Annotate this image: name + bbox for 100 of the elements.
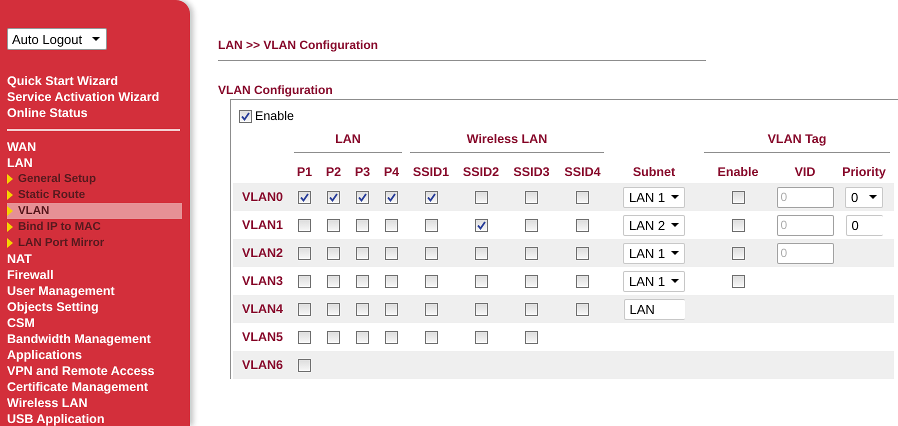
checkbox[interactable] — [525, 218, 538, 232]
checkbox[interactable] — [576, 246, 589, 260]
caret-icon — [92, 37, 100, 41]
column-header: Enable — [716, 164, 760, 181]
checkbox[interactable] — [576, 274, 589, 288]
checkbox[interactable] — [474, 330, 488, 344]
checkbox[interactable] — [732, 190, 744, 204]
checkbox[interactable] — [576, 218, 589, 232]
submenu-item[interactable]: Bind IP to MAC — [7, 219, 182, 235]
checkbox[interactable] — [525, 274, 538, 288]
priority-select[interactable]: 0 — [845, 186, 883, 208]
checkbox[interactable] — [525, 246, 538, 260]
checkbox[interactable] — [356, 274, 369, 288]
menu-item[interactable]: NAT — [7, 251, 190, 267]
menu-item[interactable]: Objects Setting — [7, 299, 190, 315]
checkbox[interactable] — [576, 302, 589, 316]
checkbox[interactable] — [385, 190, 398, 204]
checkbox[interactable] — [356, 190, 369, 204]
column-header: Subnet — [632, 164, 676, 181]
checkbox[interactable] — [732, 274, 744, 288]
row-label: VLAN1 — [241, 218, 284, 232]
menu-item[interactable]: VPN and Remote Access — [7, 363, 190, 379]
checkbox[interactable] — [327, 218, 340, 232]
checkbox[interactable] — [356, 302, 369, 316]
caret-icon — [671, 195, 679, 199]
checkbox[interactable] — [327, 246, 340, 260]
subnet-select[interactable]: LAN 1 — [623, 270, 685, 292]
menu-item[interactable]: Firewall — [7, 267, 190, 283]
menu-item[interactable]: CSM — [7, 315, 190, 331]
menu-item[interactable]: Certificate Management — [7, 379, 190, 395]
checkbox[interactable] — [298, 302, 311, 316]
checkbox[interactable] — [385, 218, 398, 232]
checkbox[interactable] — [298, 358, 311, 372]
checkbox[interactable] — [298, 218, 311, 232]
menu-item[interactable]: Service Activation Wizard — [7, 89, 190, 105]
checkbox[interactable] — [298, 330, 311, 344]
checkbox[interactable] — [474, 246, 488, 260]
checkbox[interactable] — [298, 274, 311, 288]
column-header: SSID3 — [512, 164, 551, 181]
checkbox[interactable] — [525, 330, 538, 344]
checkbox[interactable] — [474, 274, 488, 288]
checkbox[interactable] — [327, 330, 340, 344]
menu-item[interactable]: User Management — [7, 283, 190, 299]
checkbox[interactable] — [298, 246, 311, 260]
menu-item[interactable]: Wireless LAN — [7, 395, 190, 411]
checkbox[interactable] — [474, 302, 488, 316]
column-header: Priority — [841, 164, 887, 181]
checkbox[interactable] — [239, 110, 252, 122]
row-label: VLAN5 — [241, 330, 284, 344]
checkbox[interactable] — [356, 246, 369, 260]
priority-select[interactable]: 0 — [846, 214, 882, 236]
row-label: VLAN2 — [241, 246, 284, 260]
column-header: P1 — [296, 164, 314, 181]
checkbox[interactable] — [356, 330, 369, 344]
subnet-select[interactable]: LAN — [624, 298, 684, 320]
checkbox[interactable] — [424, 190, 438, 204]
checkbox[interactable] — [385, 246, 398, 260]
checkbox[interactable] — [732, 246, 744, 260]
checkbox[interactable] — [732, 218, 744, 232]
submenu-item[interactable]: LAN Port Mirror — [7, 235, 182, 251]
checkbox[interactable] — [424, 246, 438, 260]
submenu-item[interactable]: VLAN — [7, 203, 182, 219]
checkbox[interactable] — [385, 302, 398, 316]
submenu-item[interactable]: General Setup — [7, 171, 182, 187]
logout-select[interactable]: Auto Logout — [7, 28, 108, 50]
menu-item[interactable]: Bandwidth Management — [7, 331, 190, 347]
subnet-select[interactable]: LAN 1 — [623, 242, 685, 264]
row-label: VLAN4 — [241, 302, 284, 316]
menu-item[interactable]: USB Application — [7, 411, 190, 426]
menu-item[interactable]: Online Status — [7, 105, 190, 121]
submenu-item[interactable]: Static Route — [7, 187, 182, 203]
checkbox[interactable] — [474, 190, 488, 204]
checkbox[interactable] — [298, 190, 311, 204]
checkbox[interactable] — [327, 190, 340, 204]
caret-icon — [869, 195, 877, 199]
checkbox[interactable] — [327, 274, 340, 288]
subnet-select[interactable]: LAN 2 — [623, 214, 685, 236]
checkbox[interactable] — [424, 302, 438, 316]
section-title: VLAN Configuration — [218, 83, 334, 97]
row-label: VLAN6 — [241, 358, 284, 372]
checkbox[interactable] — [525, 302, 538, 316]
column-header: SSID4 — [563, 164, 602, 181]
checkbox[interactable] — [385, 330, 398, 344]
checkbox[interactable] — [327, 302, 340, 316]
checkbox[interactable] — [424, 218, 438, 232]
menu-item[interactable]: Applications — [7, 347, 190, 363]
checkbox[interactable] — [356, 218, 369, 232]
page-title: LAN >> VLAN Configuration — [218, 38, 379, 52]
row-label: VLAN0 — [241, 190, 284, 204]
column-group-header: VLAN Tag — [766, 131, 828, 146]
subnet-select[interactable]: LAN 1 — [623, 186, 685, 208]
checkbox[interactable] — [424, 330, 438, 344]
checkbox[interactable] — [576, 190, 589, 204]
checkbox[interactable] — [385, 274, 398, 288]
menu-item[interactable]: LAN — [7, 155, 190, 171]
menu-item[interactable]: Quick Start Wizard — [7, 73, 190, 89]
checkbox[interactable] — [474, 218, 488, 232]
checkbox[interactable] — [424, 274, 438, 288]
checkbox[interactable] — [525, 190, 538, 204]
menu-item[interactable]: WAN — [7, 139, 190, 155]
